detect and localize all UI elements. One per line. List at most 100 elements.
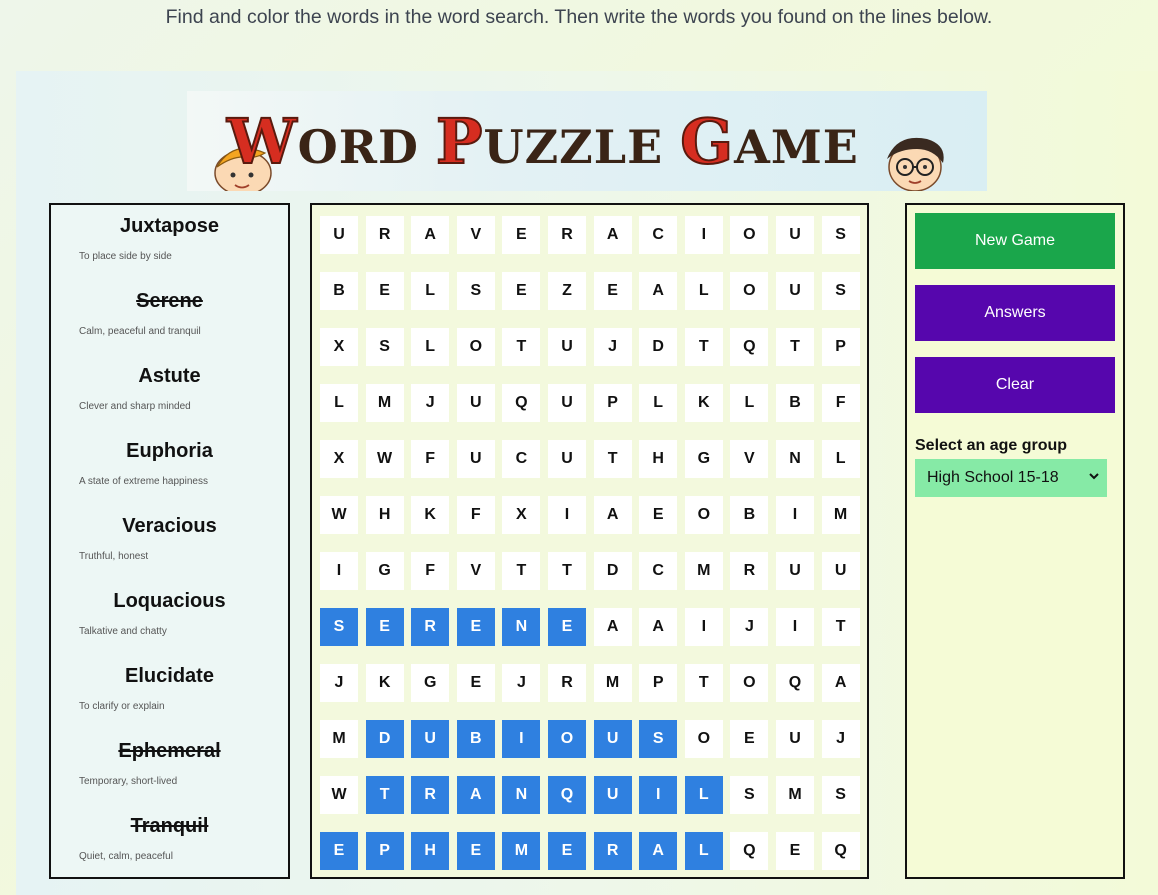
grid-cell[interactable]: P [639,664,678,702]
grid-cell[interactable]: U [548,328,586,366]
grid-cell[interactable]: M [365,384,404,422]
grid-cell[interactable]: M [684,552,723,590]
grid-cell[interactable]: E [502,272,541,310]
grid-cell[interactable]: D [639,328,678,366]
grid-cell[interactable]: B [730,496,769,534]
grid-cell[interactable]: A [821,664,860,702]
grid-cell[interactable]: I [776,608,814,646]
grid-cell[interactable]: J [593,328,632,366]
grid-cell[interactable]: S [320,608,358,646]
grid-cell[interactable]: I [684,608,723,646]
grid-cell[interactable]: E [365,272,404,310]
grid-cell[interactable]: E [456,832,495,870]
grid-cell[interactable]: A [593,496,632,534]
grid-cell[interactable]: P [593,384,632,422]
grid-cell[interactable]: E [502,216,541,254]
grid-cell[interactable]: F [411,552,450,590]
grid-cell[interactable]: L [639,384,678,422]
grid-cell[interactable]: C [639,552,678,590]
new-game-button[interactable]: New Game [915,213,1115,269]
grid-cell[interactable]: W [320,496,358,534]
grid-cell[interactable]: I [320,552,358,590]
grid-cell[interactable]: E [548,832,586,870]
grid-cell[interactable]: U [548,384,586,422]
grid-cell[interactable]: E [456,608,495,646]
grid-cell[interactable]: J [502,664,541,702]
grid-cell[interactable]: V [456,552,495,590]
grid-cell[interactable]: V [456,216,495,254]
grid-cell[interactable]: Q [502,384,541,422]
grid-cell[interactable]: M [821,496,860,534]
grid-cell[interactable]: K [365,664,404,702]
grid-cell[interactable]: L [684,776,723,814]
grid-cell[interactable]: L [730,384,769,422]
grid-cell[interactable]: L [411,272,450,310]
grid-cell[interactable]: R [411,608,450,646]
grid-cell[interactable]: H [365,496,404,534]
grid-cell[interactable]: F [456,496,495,534]
grid-cell[interactable]: I [548,496,586,534]
grid-cell[interactable]: H [639,440,678,478]
grid-cell[interactable]: Q [821,832,860,870]
answers-button[interactable]: Answers [915,285,1115,341]
grid-cell[interactable]: T [502,552,541,590]
grid-cell[interactable]: L [411,328,450,366]
grid-cell[interactable]: T [548,552,586,590]
grid-cell[interactable]: T [365,776,404,814]
grid-cell[interactable]: U [776,272,814,310]
grid-cell[interactable]: U [821,552,860,590]
clear-button[interactable]: Clear [915,357,1115,413]
grid-cell[interactable]: W [365,440,404,478]
grid-cell[interactable]: S [639,720,678,758]
grid-cell[interactable]: N [776,440,814,478]
grid-cell[interactable]: S [365,328,404,366]
grid-cell[interactable]: G [365,552,404,590]
grid-cell[interactable]: R [730,552,769,590]
grid-cell[interactable]: E [456,664,495,702]
grid-cell[interactable]: R [593,832,632,870]
grid-cell[interactable]: P [821,328,860,366]
grid-cell[interactable]: J [411,384,450,422]
grid-cell[interactable]: B [456,720,495,758]
grid-cell[interactable]: O [730,216,769,254]
grid-cell[interactable]: D [365,720,404,758]
grid-cell[interactable]: M [320,720,358,758]
grid-cell[interactable]: T [593,440,632,478]
grid-cell[interactable]: U [776,552,814,590]
grid-cell[interactable]: Q [730,832,769,870]
grid-cell[interactable]: C [502,440,541,478]
grid-cell[interactable]: U [776,720,814,758]
grid-cell[interactable]: T [776,328,814,366]
grid-cell[interactable]: V [730,440,769,478]
grid-cell[interactable]: N [502,608,541,646]
grid-cell[interactable]: E [730,720,769,758]
grid-cell[interactable]: A [639,272,678,310]
grid-cell[interactable]: O [684,496,723,534]
grid-cell[interactable]: C [639,216,678,254]
grid-cell[interactable]: F [821,384,860,422]
grid-cell[interactable]: E [776,832,814,870]
grid-cell[interactable]: E [548,608,586,646]
grid-cell[interactable]: K [684,384,723,422]
grid-cell[interactable]: U [776,216,814,254]
grid-cell[interactable]: R [548,664,586,702]
grid-cell[interactable]: O [730,272,769,310]
grid-cell[interactable]: D [593,552,632,590]
grid-cell[interactable]: O [684,720,723,758]
grid-cell[interactable]: J [730,608,769,646]
grid-cell[interactable]: T [821,608,860,646]
grid-cell[interactable]: A [639,608,678,646]
age-group-select[interactable]: High School 15-18 [915,459,1107,497]
grid-cell[interactable]: Q [776,664,814,702]
grid-cell[interactable]: A [593,216,632,254]
grid-cell[interactable]: H [411,832,450,870]
grid-cell[interactable]: I [639,776,678,814]
grid-cell[interactable]: A [593,608,632,646]
grid-cell[interactable]: S [821,216,860,254]
grid-cell[interactable]: I [502,720,541,758]
grid-cell[interactable]: U [320,216,358,254]
grid-cell[interactable]: M [502,832,541,870]
grid-cell[interactable]: I [776,496,814,534]
grid-cell[interactable]: R [365,216,404,254]
grid-cell[interactable]: B [320,272,358,310]
